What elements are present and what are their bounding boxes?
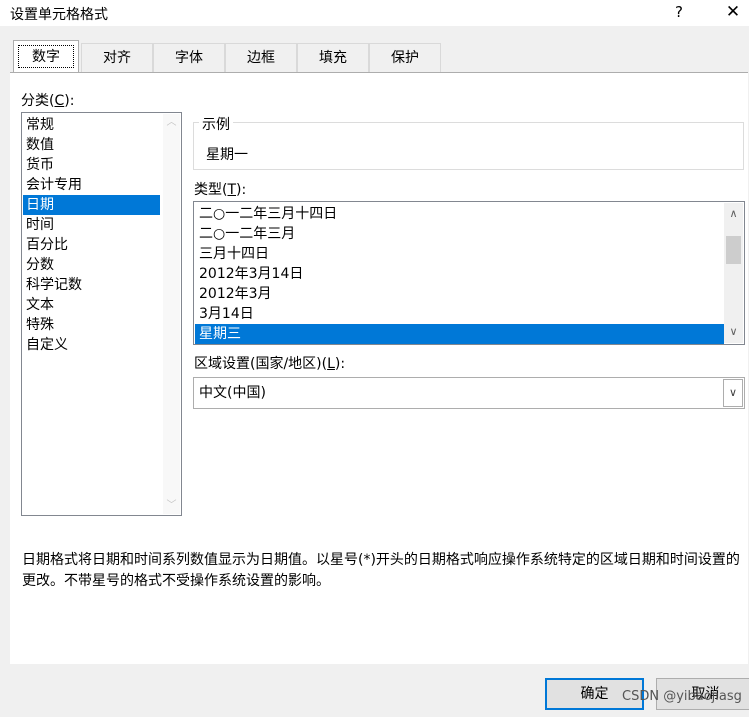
category-list[interactable]: 常规 数值 货币 会计专用 日期 时间 百分比 分数 科学记数 文本 特殊 自定…	[21, 112, 182, 516]
tab-label: 数字	[18, 45, 74, 68]
title-bar	[0, 0, 749, 26]
scroll-up-icon[interactable]: ︿	[163, 114, 180, 131]
type-item[interactable]: 二○一二年三月	[195, 224, 724, 244]
type-item[interactable]: 2012年3月	[195, 284, 724, 304]
sample-value: 星期一	[206, 147, 248, 163]
help-button[interactable]: ?	[668, 1, 690, 23]
scroll-down-icon[interactable]: ∨	[724, 323, 743, 341]
tab-border[interactable]: 边框	[225, 43, 297, 72]
category-item[interactable]: 文本	[23, 295, 160, 315]
tab-protection[interactable]: 保护	[369, 43, 441, 72]
tab-alignment[interactable]: 对齐	[81, 43, 153, 72]
category-item[interactable]: 常规	[23, 115, 160, 135]
sample-label: 示例	[199, 114, 233, 134]
scroll-up-icon[interactable]: ∧	[724, 205, 743, 223]
chevron-down-icon[interactable]: ∨	[723, 379, 743, 407]
category-item[interactable]: 百分比	[23, 235, 160, 255]
type-label: 类型(T):	[194, 182, 247, 198]
tab-label: 填充	[319, 50, 347, 66]
type-item[interactable]: 3月14日	[195, 304, 724, 324]
type-item[interactable]: 三月十四日	[195, 244, 724, 264]
category-item[interactable]: 数值	[23, 135, 160, 155]
type-scrollbar[interactable]: ∧ ∨	[724, 203, 743, 343]
category-item[interactable]: 自定义	[23, 335, 160, 355]
category-item[interactable]: 货币	[23, 155, 160, 175]
category-item[interactable]: 会计专用	[23, 175, 160, 195]
category-item-selected[interactable]: 日期	[23, 195, 160, 215]
dialog-title: 设置单元格格式	[10, 7, 108, 23]
type-item[interactable]: 二○一二年三月十四日	[195, 204, 724, 224]
tab-number[interactable]: 数字	[13, 40, 79, 72]
close-button[interactable]: ✕	[720, 1, 746, 23]
category-item[interactable]: 特殊	[23, 315, 160, 335]
category-item[interactable]: 分数	[23, 255, 160, 275]
category-item[interactable]: 科学记数	[23, 275, 160, 295]
category-item[interactable]: 时间	[23, 215, 160, 235]
format-description: 日期格式将日期和时间系列数值显示为日期值。以星号(*)开头的日期格式响应操作系统…	[22, 552, 740, 589]
type-list[interactable]: 二○一二年三月十四日 二○一二年三月 三月十四日 2012年3月14日 2012…	[193, 201, 745, 345]
locale-dropdown[interactable]: 中文(中国) ∨	[193, 377, 745, 409]
locale-label: 区域设置(国家/地区)(L):	[194, 356, 346, 372]
category-label: 分类(C):	[21, 93, 75, 109]
watermark: CSDN @yibaojiasg	[622, 689, 742, 704]
tab-label: 边框	[247, 50, 275, 66]
type-item-selected[interactable]: 星期三	[195, 324, 724, 344]
scroll-thumb[interactable]	[726, 236, 741, 264]
tab-label: 对齐	[103, 50, 131, 66]
tab-fill[interactable]: 填充	[297, 43, 369, 72]
tab-label: 保护	[391, 50, 419, 66]
scroll-down-icon[interactable]: ﹀	[163, 497, 180, 514]
tab-label: 字体	[175, 50, 203, 66]
category-scrollbar[interactable]: ︿ ﹀	[163, 114, 180, 514]
locale-value: 中文(中国)	[199, 385, 266, 401]
sample-group	[193, 122, 744, 170]
tab-font[interactable]: 字体	[153, 43, 225, 72]
type-item[interactable]: 2012年3月14日	[195, 264, 724, 284]
